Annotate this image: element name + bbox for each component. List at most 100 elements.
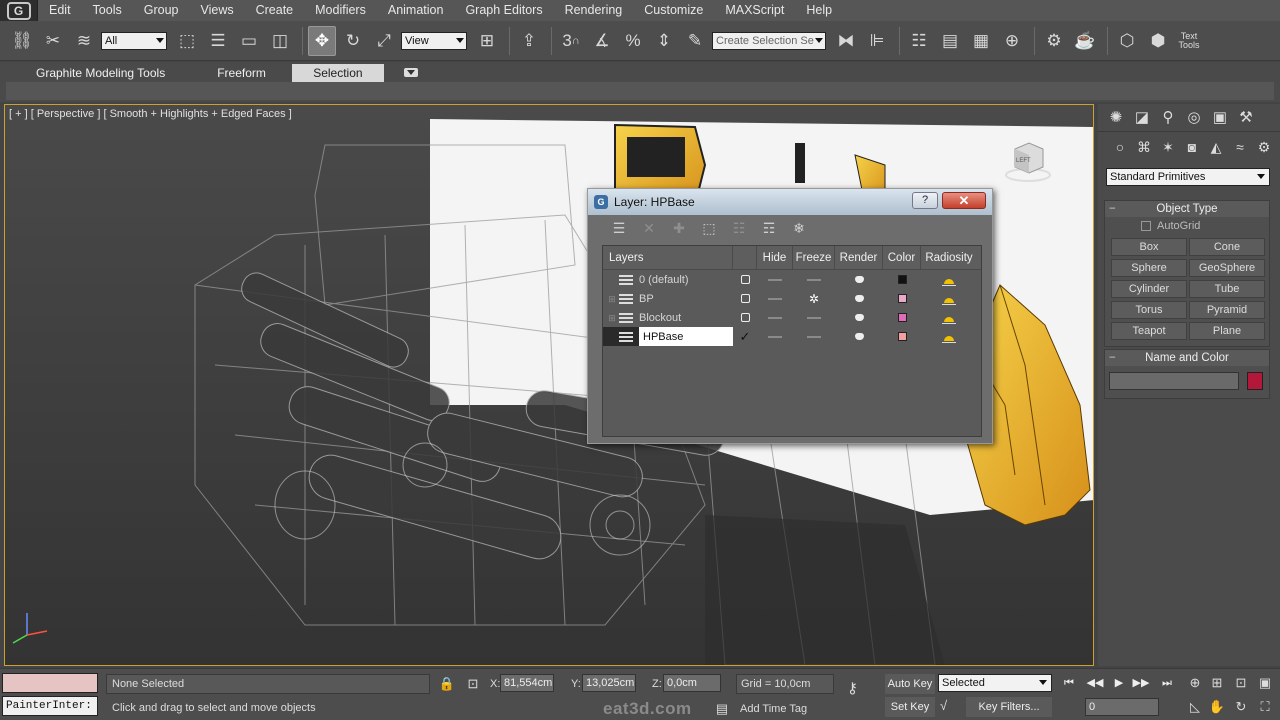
object-color-swatch[interactable] <box>1247 372 1263 390</box>
highlight-layer-icon[interactable]: ☷ <box>728 218 750 238</box>
viewcube-icon[interactable]: LEFT <box>1003 135 1053 185</box>
edit-named-sets-icon[interactable]: ✎ <box>681 26 709 56</box>
teapot-button[interactable]: Teapot <box>1111 322 1187 340</box>
layer-name-cell[interactable]: HPBase <box>603 327 733 346</box>
radiosity-toggle[interactable] <box>921 308 977 327</box>
render-icon[interactable]: ⬢ <box>1144 26 1172 56</box>
render-toggle[interactable] <box>835 270 883 289</box>
material-editor-icon[interactable]: ⚙ <box>1040 26 1068 56</box>
freeze-toggle[interactable]: ✲ <box>793 289 835 308</box>
auto-key-button[interactable]: Auto Key <box>885 674 935 694</box>
maxscript-listener-input[interactable]: PainterInter: <box>2 696 98 716</box>
radiosity-toggle[interactable] <box>921 270 977 289</box>
radiosity-toggle[interactable] <box>921 289 977 308</box>
add-selection-icon[interactable]: ✚ <box>668 218 690 238</box>
menu-customize[interactable]: Customize <box>633 0 714 21</box>
maxscript-listener-macro[interactable] <box>2 673 98 693</box>
curve-editor-icon[interactable]: ▦ <box>967 26 995 56</box>
cameras-icon[interactable]: ◙ <box>1180 137 1204 157</box>
render-toggle[interactable] <box>835 308 883 327</box>
expand-plus-icon[interactable]: ⊞ <box>607 294 617 304</box>
render-setup-icon[interactable]: ☕ <box>1071 26 1099 56</box>
select-by-name-icon[interactable]: ☰ <box>204 26 232 56</box>
tube-button[interactable]: Tube <box>1189 280 1265 298</box>
go-to-end-icon[interactable]: ⏭ <box>1156 674 1178 692</box>
modify-tab-icon[interactable]: ◪ <box>1130 107 1154 129</box>
orbit-icon[interactable]: ↻ <box>1230 697 1252 717</box>
delete-layer-icon[interactable]: ✕ <box>638 218 660 238</box>
reference-coord-dropdown[interactable]: View <box>401 31 467 50</box>
set-key-button[interactable]: Set Key <box>885 697 935 717</box>
name-and-color-title[interactable]: Name and Color <box>1105 350 1269 366</box>
helpers-icon[interactable]: ◭ <box>1204 137 1228 157</box>
render-toggle[interactable] <box>835 327 883 346</box>
create-tab-icon[interactable]: ✺ <box>1104 107 1128 129</box>
field-of-view-icon[interactable]: ◺ <box>1184 697 1206 717</box>
selection-filter-dropdown[interactable]: All <box>101 31 167 50</box>
systems-icon[interactable]: ⚙ <box>1252 137 1276 157</box>
current-layer-toggle[interactable] <box>733 270 757 289</box>
window-crossing-icon[interactable]: ◫ <box>266 26 294 56</box>
layer-row-selected[interactable]: HPBase ✓ <box>603 327 981 346</box>
menu-edit[interactable]: Edit <box>38 0 82 21</box>
maximize-viewport-icon[interactable]: ⛶ <box>1254 697 1276 717</box>
layer-name-cell[interactable]: ⊞ BP <box>603 289 733 308</box>
layer-manager-icon[interactable]: ☷ <box>905 26 933 56</box>
column-current[interactable] <box>733 246 757 270</box>
help-button[interactable]: ? <box>912 192 938 209</box>
align-icon[interactable]: ⊫ <box>863 26 891 56</box>
tab-freeform[interactable]: Freeform <box>191 64 292 82</box>
viewport-label[interactable]: [ + ] [ Perspective ] [ Smooth + Highlig… <box>9 108 292 120</box>
autogrid-checkbox[interactable]: AutoGrid <box>1105 217 1269 235</box>
tangent-icon[interactable]: √ <box>940 698 947 713</box>
column-radiosity[interactable]: Radiosity <box>921 246 977 270</box>
zoom-extents-icon[interactable]: ⊡ <box>1230 673 1252 693</box>
z-coordinate-field[interactable]: 0,0cm <box>663 674 721 692</box>
lights-icon[interactable]: ✶ <box>1156 137 1180 157</box>
app-logo-button[interactable]: G <box>0 0 38 21</box>
bind-spacewarp-icon[interactable]: ≋ <box>70 26 98 56</box>
sphere-button[interactable]: Sphere <box>1111 259 1187 277</box>
rotate-icon[interactable]: ↻ <box>339 26 367 56</box>
menu-animation[interactable]: Animation <box>377 0 455 21</box>
tab-selection[interactable]: Selection <box>291 64 384 82</box>
freeze-toggle[interactable] <box>793 308 835 327</box>
x-coordinate-field[interactable]: 81,554cm <box>500 674 554 692</box>
hide-toggle[interactable] <box>757 327 793 346</box>
object-name-input[interactable] <box>1109 372 1239 390</box>
geometry-icon[interactable]: ○ <box>1108 137 1132 157</box>
previous-frame-icon[interactable]: ◀◀ <box>1084 674 1106 692</box>
zoom-extents-all-icon[interactable]: ▣ <box>1254 673 1276 693</box>
torus-button[interactable]: Torus <box>1111 301 1187 319</box>
time-tag-icon[interactable]: ▤ <box>713 700 731 718</box>
zoom-icon[interactable]: ⊕ <box>1184 673 1206 693</box>
utilities-tab-icon[interactable]: ⚒ <box>1234 107 1258 129</box>
pan-icon[interactable]: ✋ <box>1206 697 1228 717</box>
create-layer-icon[interactable]: ☰ <box>608 218 630 238</box>
dialog-titlebar[interactable]: G Layer: HPBase ? ✕ <box>588 189 992 215</box>
current-layer-toggle[interactable]: ✓ <box>733 327 757 346</box>
hide-toggle[interactable] <box>757 308 793 327</box>
object-type-title[interactable]: Object Type <box>1105 201 1269 217</box>
move-icon[interactable]: ✥ <box>308 25 336 56</box>
rendered-frame-icon[interactable]: ⬡ <box>1113 26 1141 56</box>
add-time-tag-button[interactable]: Add Time Tag <box>736 700 834 718</box>
spacewarps-icon[interactable]: ≈ <box>1228 137 1252 157</box>
plane-button[interactable]: Plane <box>1189 322 1265 340</box>
pivot-icon[interactable]: ⊞ <box>473 26 501 56</box>
snap-icon[interactable]: 3 ∩ <box>557 26 585 56</box>
expand-plus-icon[interactable]: ⊞ <box>607 313 617 323</box>
text-tools-button[interactable]: Text Tools <box>1175 26 1203 56</box>
layer-name-cell[interactable]: 0 (default) <box>603 270 733 289</box>
cone-button[interactable]: Cone <box>1189 238 1265 256</box>
spinner-snap-icon[interactable]: ⇕ <box>650 26 678 56</box>
percent-snap-icon[interactable]: % <box>619 26 647 56</box>
display-tab-icon[interactable]: ▣ <box>1208 107 1232 129</box>
hide-all-icon[interactable]: ☶ <box>758 218 780 238</box>
column-color[interactable]: Color <box>883 246 921 270</box>
zoom-all-icon[interactable]: ⊞ <box>1206 673 1228 693</box>
freeze-toggle[interactable] <box>793 270 835 289</box>
column-layers[interactable]: Layers <box>603 246 733 270</box>
layer-color-swatch[interactable] <box>883 289 921 308</box>
layer-name-cell[interactable]: ⊞ Blockout <box>603 308 733 327</box>
